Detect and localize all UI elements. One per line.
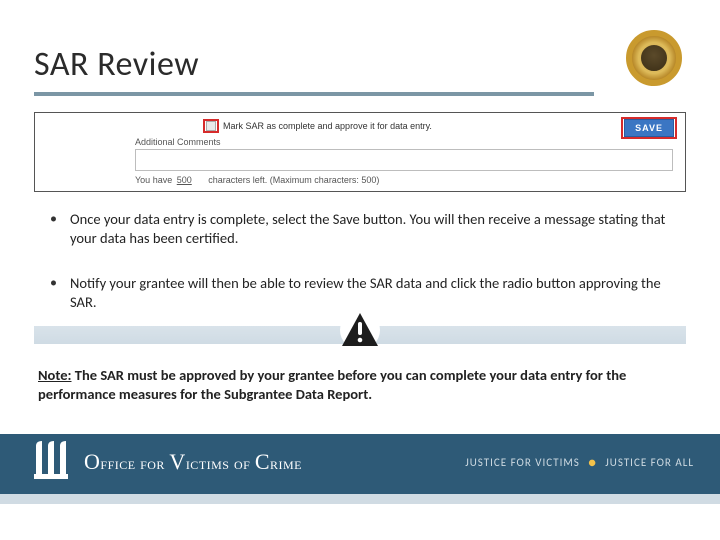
ovc-logo-text: OFFICE FOR VICTIMS OF CRIME xyxy=(84,449,302,475)
footer-tagline: JUSTICE FOR VICTIMS ● JUSTICE FOR ALL xyxy=(465,456,694,469)
checkbox-highlight xyxy=(203,119,219,133)
note-block: Note: The SAR must be approved by your g… xyxy=(38,366,678,404)
footer: OFFICE FOR VICTIMS OF CRIME JUSTICE FOR … xyxy=(0,434,720,494)
tagline-2: JUSTICE FOR ALL xyxy=(605,456,694,469)
approve-checkbox[interactable] xyxy=(206,121,216,131)
char-suffix: characters left. (Maximum characters: 50… xyxy=(208,175,379,185)
slide-title: SAR Review xyxy=(34,44,199,85)
char-count: 500 xyxy=(175,175,206,185)
additional-comments-label: Additional Comments xyxy=(135,137,221,147)
form-screenshot: Mark SAR as complete and approve it for … xyxy=(34,112,686,192)
footer-bottom-bar xyxy=(0,494,720,504)
save-button[interactable]: SAVE xyxy=(624,119,674,137)
char-counter: You have 500 characters left. (Maximum c… xyxy=(135,175,379,185)
save-highlight: SAVE xyxy=(621,117,677,139)
title-underline xyxy=(34,92,594,96)
list-item: Once your data entry is complete, select… xyxy=(50,210,670,248)
approve-row: Mark SAR as complete and approve it for … xyxy=(203,119,432,133)
approve-checkbox-label: Mark SAR as complete and approve it for … xyxy=(223,121,432,131)
list-item: Notify your grantee will then be able to… xyxy=(50,274,670,312)
ovc-columns-icon xyxy=(34,440,74,484)
warning-icon xyxy=(338,308,382,352)
doj-seal-icon xyxy=(626,30,682,86)
additional-comments-textarea[interactable] xyxy=(135,149,673,171)
note-body: The SAR must be approved by your grantee… xyxy=(38,366,626,403)
char-prefix: You have xyxy=(135,175,172,185)
seal-inner-icon xyxy=(639,43,669,73)
tagline-1: JUSTICE FOR VICTIMS xyxy=(465,456,580,469)
ovc-logo: OFFICE FOR VICTIMS OF CRIME xyxy=(34,440,302,484)
slide: SAR Review Mark SAR as complete and appr… xyxy=(0,0,720,540)
note-label: Note: xyxy=(38,366,72,384)
